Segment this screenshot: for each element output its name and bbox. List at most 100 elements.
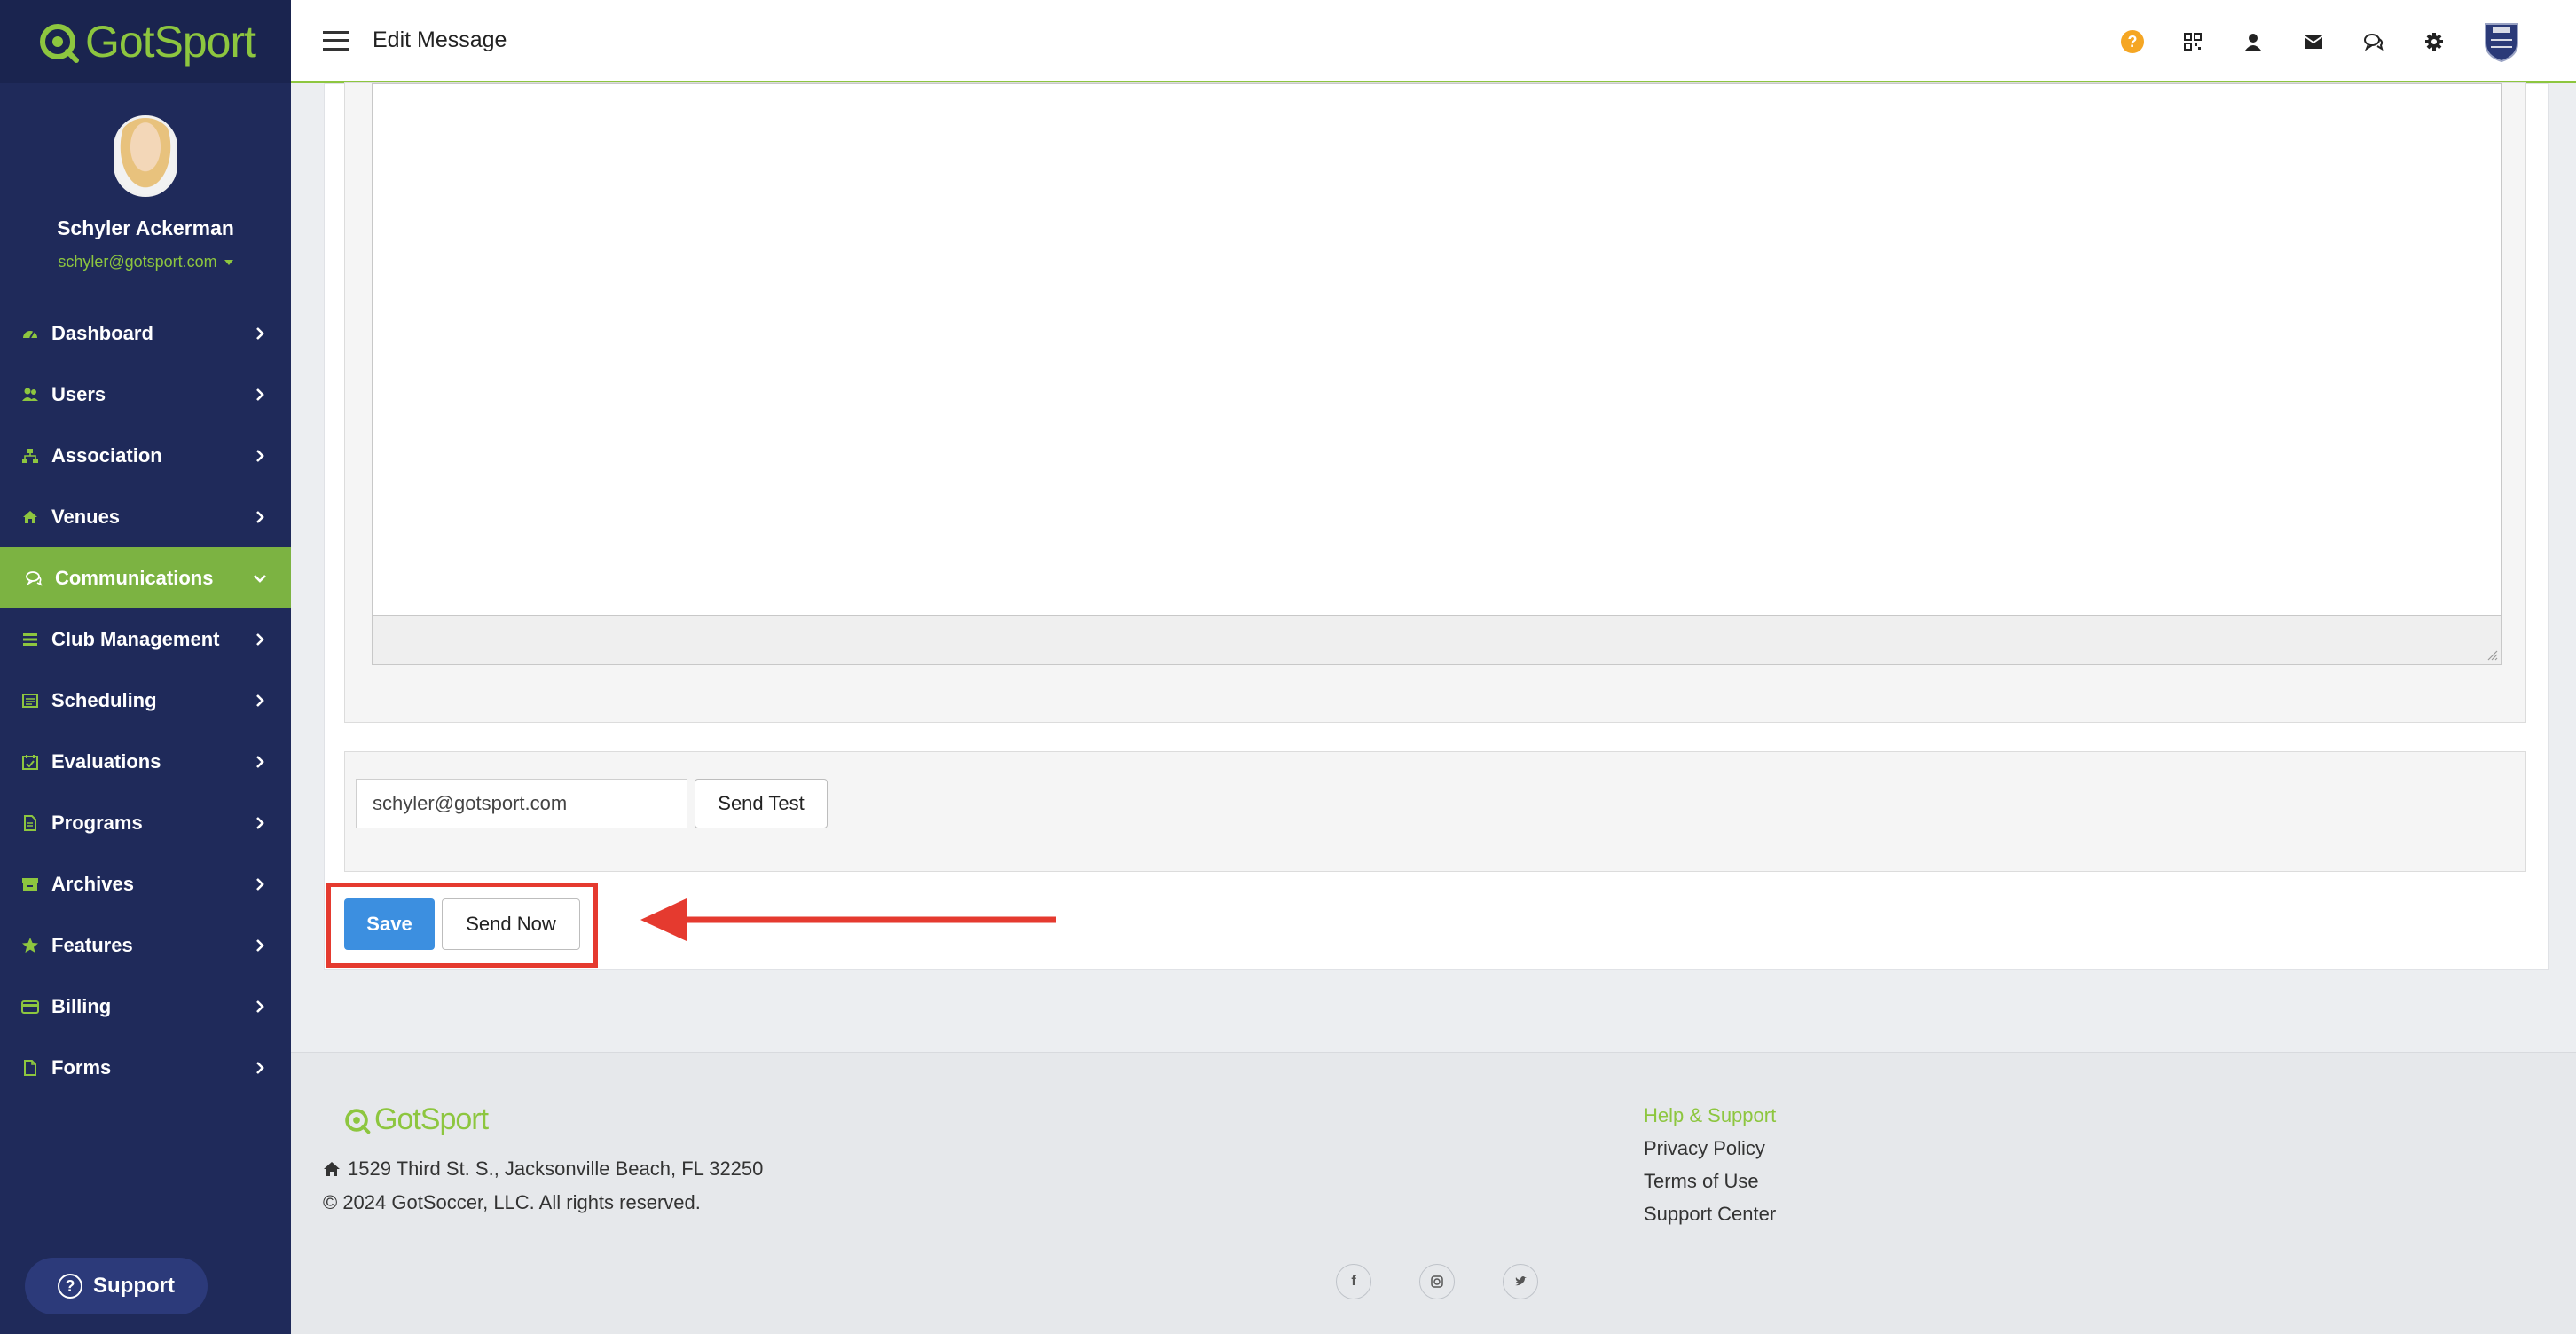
- twitter-icon[interactable]: [1503, 1264, 1538, 1299]
- footer-address: 1529 Third St. S., Jacksonville Beach, F…: [323, 1157, 763, 1181]
- facebook-icon[interactable]: f: [1336, 1264, 1371, 1299]
- brand-logo[interactable]: GotSport: [0, 0, 291, 83]
- qr-code-icon[interactable]: [2180, 29, 2205, 54]
- caret-down-icon: [224, 259, 233, 265]
- sidebar-item-label: Users: [51, 382, 106, 405]
- archive-icon: [20, 875, 41, 893]
- sidebar-item-label: Scheduling: [51, 688, 157, 711]
- save-button[interactable]: Save: [344, 898, 435, 950]
- send-now-button[interactable]: Send Now: [442, 898, 580, 950]
- sidebar-item-evaluations[interactable]: Evaluations: [0, 731, 291, 792]
- sidebar-item-users[interactable]: Users: [0, 364, 291, 425]
- organization-crest-icon[interactable]: [2482, 20, 2521, 63]
- resize-handle-icon[interactable]: [2486, 648, 2498, 661]
- chevron-right-icon: [256, 632, 264, 646]
- annotation-arrow-icon: [640, 898, 1056, 941]
- chevron-right-icon: [256, 1061, 264, 1074]
- send-test-button[interactable]: Send Test: [695, 779, 828, 828]
- avatar[interactable]: [114, 115, 177, 197]
- gotsport-logo-icon: [39, 24, 79, 63]
- list-icon: [20, 631, 41, 648]
- sidebar-item-label: Dashboard: [51, 321, 153, 344]
- top-bar-icons: ?: [2120, 0, 2521, 83]
- privacy-policy-link[interactable]: Privacy Policy: [1644, 1132, 1776, 1165]
- instagram-icon[interactable]: [1419, 1264, 1455, 1299]
- sidebar-item-label: Archives: [51, 872, 134, 895]
- sidebar-item-programs[interactable]: Programs: [0, 792, 291, 853]
- footer-logo[interactable]: GotSport: [342, 1103, 489, 1137]
- page-title: Edit Message: [373, 27, 507, 52]
- file-icon: [20, 1059, 41, 1077]
- chevron-right-icon: [256, 694, 264, 707]
- sidebar-item-archives[interactable]: Archives: [0, 853, 291, 914]
- brand-name: GotSport: [84, 17, 256, 67]
- help-icon[interactable]: ?: [2120, 29, 2145, 54]
- help-support-link[interactable]: Help & Support: [1644, 1099, 1776, 1132]
- sidebar-item-label: Programs: [51, 811, 143, 834]
- top-bar: Edit Message ?: [291, 0, 2576, 83]
- home-icon: [324, 1162, 340, 1176]
- chat-icon: [23, 569, 44, 587]
- sidebar-item-label: Forms: [51, 1055, 112, 1079]
- message-body-editor[interactable]: [372, 83, 2502, 665]
- calendar-list-icon: [20, 692, 41, 710]
- sidebar-item-scheduling[interactable]: Scheduling: [0, 670, 291, 731]
- social-links: f: [1336, 1264, 1538, 1299]
- address-text: 1529 Third St. S., Jacksonville Beach, F…: [348, 1157, 764, 1180]
- chevron-right-icon: [256, 755, 264, 768]
- sidebar-item-label: Venues: [51, 505, 121, 528]
- support-button[interactable]: ? Support: [25, 1258, 208, 1314]
- sidebar-item-label: Billing: [51, 994, 112, 1017]
- chevron-right-icon: [256, 938, 264, 952]
- sidebar-item-billing[interactable]: Billing: [0, 976, 291, 1037]
- menu-toggle-icon[interactable]: [323, 30, 349, 51]
- sidebar-item-label: Features: [51, 933, 133, 956]
- terms-of-use-link[interactable]: Terms of Use: [1644, 1165, 1776, 1197]
- sidebar-item-forms[interactable]: Forms: [0, 1037, 291, 1098]
- sidebar-item-features[interactable]: Features: [0, 914, 291, 976]
- footer-brand-name: GotSport: [374, 1103, 489, 1136]
- footer: GotSport 1529 Third St. S., Jacksonville…: [291, 1052, 2576, 1334]
- sidebar-item-label: Evaluations: [51, 749, 161, 773]
- test-email-input[interactable]: [356, 779, 687, 828]
- calendar-check-icon: [20, 753, 41, 771]
- chevron-right-icon: [256, 449, 264, 462]
- chevron-right-icon: [256, 326, 264, 340]
- mail-icon[interactable]: [2301, 29, 2326, 54]
- sidebar-item-association[interactable]: Association: [0, 425, 291, 486]
- sidebar-item-club-management[interactable]: Club Management: [0, 608, 291, 670]
- document-icon: [20, 814, 41, 832]
- sidebar-item-venues[interactable]: Venues: [0, 486, 291, 547]
- gear-icon[interactable]: [2422, 29, 2446, 54]
- sidebar-item-label: Communications: [55, 566, 214, 589]
- user-icon[interactable]: [2241, 29, 2266, 54]
- star-icon: [20, 937, 41, 954]
- sidebar-item-label: Club Management: [51, 627, 220, 650]
- chevron-down-icon: [254, 574, 266, 583]
- gotsport-logo-icon: [345, 1108, 371, 1134]
- users-icon: [20, 386, 41, 404]
- chevron-right-icon: [256, 510, 264, 523]
- support-center-link[interactable]: Support Center: [1644, 1197, 1776, 1230]
- credit-card-icon: [20, 998, 41, 1016]
- editor-status-bar: [373, 615, 2501, 664]
- sidebar-nav: Dashboard Users Association Venues Commu…: [0, 302, 291, 1098]
- chevron-right-icon: [256, 877, 264, 891]
- dashboard-icon: [20, 325, 41, 342]
- user-name: Schyler Ackerman: [57, 216, 234, 239]
- chevron-right-icon: [256, 1000, 264, 1013]
- support-label: Support: [93, 1274, 175, 1298]
- user-email-dropdown[interactable]: schyler@gotsport.com: [58, 253, 233, 271]
- chevron-right-icon: [256, 388, 264, 401]
- footer-links: Help & Support Privacy Policy Terms of U…: [1644, 1099, 1776, 1230]
- sidebar-item-dashboard[interactable]: Dashboard: [0, 302, 291, 364]
- sidebar: GotSport Schyler Ackerman schyler@gotspo…: [0, 0, 291, 1334]
- editor-panel: [344, 82, 2526, 723]
- user-email: schyler@gotsport.com: [58, 253, 217, 271]
- sidebar-item-communications[interactable]: Communications: [0, 547, 291, 608]
- chat-icon[interactable]: [2361, 29, 2386, 54]
- sidebar-item-label: Association: [51, 443, 162, 467]
- footer-copyright: © 2024 GotSoccer, LLC. All rights reserv…: [323, 1191, 701, 1213]
- question-circle-icon: ?: [58, 1274, 82, 1299]
- message-card: Send Test Save Send Now: [324, 82, 2549, 970]
